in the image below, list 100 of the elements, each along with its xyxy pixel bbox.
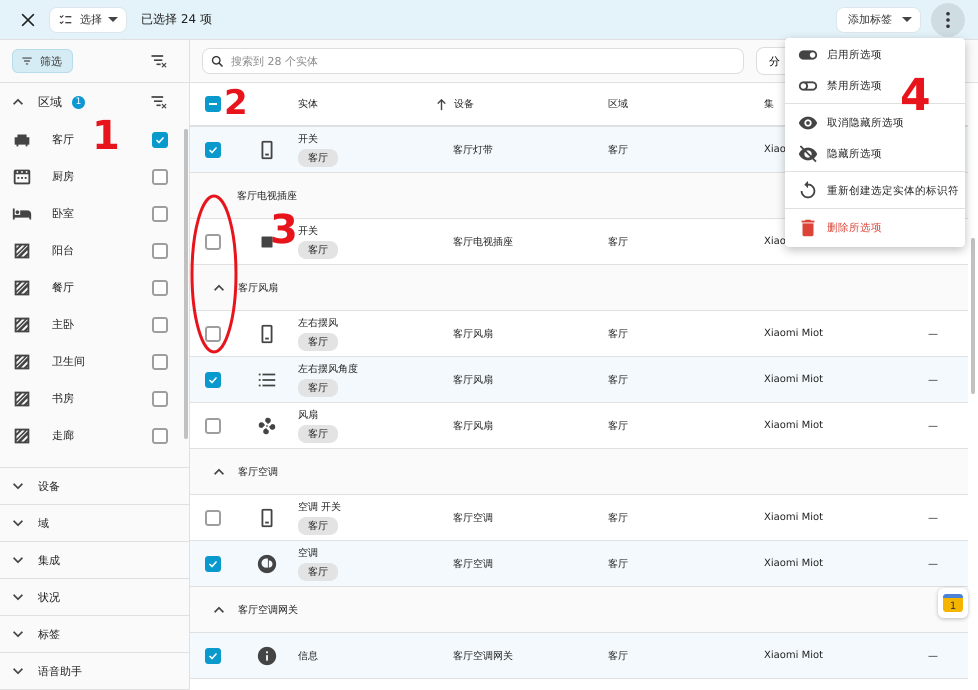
menu-item[interactable]: 隐藏所选项 [785,138,892,169]
menu-item[interactable]: 重新创建选定实体的标识符 [785,175,969,206]
filter-button[interactable]: 筛选 [12,49,73,73]
table-cell: — [928,513,938,524]
search-field[interactable]: 搜索到 28 个实体 [202,48,744,74]
row-checkbox[interactable] [205,648,221,664]
area-chip: 客厅 [298,517,338,535]
table-cell-text: 客厅风扇 [453,328,493,340]
table-cell: — [928,651,938,662]
filter-section[interactable]: 标签 [0,616,189,653]
more-menu-button[interactable] [931,2,965,36]
group-title: 客厅风扇 [238,282,278,294]
filter-section[interactable]: 设备 [0,468,189,505]
row-checkbox[interactable] [205,142,221,158]
table-cell: — [928,421,938,432]
group-title: 客厅空调 [238,466,278,478]
section-title: 区域 [38,94,62,110]
row-checkbox[interactable] [205,418,221,434]
select-all-checkbox[interactable] [205,96,221,112]
table-cell: Xiaomi Miot [764,374,824,385]
column-header[interactable]: 区域 [608,97,628,111]
table-cell: Xiao [764,236,786,247]
table-cell: Xiaomi Miot [764,558,824,569]
annotation-mark: 2 [224,86,248,120]
area-checkbox[interactable] [152,354,168,370]
caret-icon [108,17,118,22]
table-cell: Xiaomi Miot [764,650,824,661]
count-badge: 1 [72,96,85,108]
filter-section[interactable]: 语音助手 [0,653,189,690]
table-cell: — [928,329,938,340]
area-checkbox[interactable] [152,316,168,332]
eye-off-icon [797,142,819,164]
table-cell: — [928,559,938,570]
column-header[interactable]: 实体 [298,97,318,111]
entity-name: 空调 开关 [298,500,342,514]
table-cell-text: 客厅 [608,374,628,386]
filter-section[interactable]: 集成 [0,542,189,579]
area-chip: 客厅 [298,379,338,397]
entity-name: 左右摆风 [298,317,338,330]
filter-section[interactable]: 域 [0,505,189,542]
select-button[interactable]: 选择 [49,6,127,32]
add-label-button[interactable]: 添加标签 [836,6,921,32]
area-checkbox[interactable] [152,132,168,148]
more-vert-icon [946,12,950,28]
area-chip: 客厅 [298,563,338,581]
area-label: 卧室 [52,206,74,221]
area-label: 阳台 [52,243,74,258]
menu-item[interactable]: 删除所选项 [785,212,892,243]
minus-icon [209,103,217,105]
table-cell-text: 客厅空调 [453,512,493,524]
column-header[interactable]: 设备 [454,97,474,111]
table-cell-text: 客厅灯带 [453,144,493,156]
area-checkbox[interactable] [152,280,168,296]
entity-name: 开关 [298,224,318,238]
table-cell-text: 客厅 [608,144,628,156]
entity-name: 开关 [298,132,318,146]
table-cell-text: 客厅 [608,236,628,248]
table-cell: Xiaomi Miot [764,512,824,523]
column-header[interactable]: 集 [764,97,774,111]
table-cell-text: 客厅空调网关 [453,650,513,662]
table-cell-text: 客厅电视插座 [453,236,513,248]
area-label: 厨房 [52,169,74,184]
table-cell-text: 客厅 [608,650,628,662]
area-label: 客厅 [52,132,74,147]
area-label: 书房 [52,391,74,406]
area-chip: 客厅 [298,241,338,259]
table-cell-text: 客厅 [608,420,628,432]
area-label: 餐厅 [52,280,74,295]
filter-section[interactable]: 状况 [0,579,189,616]
thermostat-icon [256,552,278,574]
row-checkbox[interactable] [205,372,221,388]
row-checkbox[interactable] [205,510,221,526]
row-checkbox[interactable] [205,556,221,572]
area-checkbox[interactable] [152,428,168,444]
entity-name: 风扇 [298,408,318,422]
area-chip: 客厅 [298,149,338,167]
annotation-mark: 1 [92,116,120,156]
area-chip: 客厅 [298,425,338,443]
area-checkbox[interactable] [152,390,168,406]
table-cell-text: 客厅风扇 [453,420,493,432]
area-checkbox[interactable] [152,242,168,258]
row-checkbox[interactable] [205,234,221,250]
table-cell-text: 客厅 [608,512,628,524]
table-cell: — [928,375,938,386]
area-checkbox[interactable] [152,206,168,222]
table-cell-text: 客厅风扇 [453,374,493,386]
entity-name: 空调 [298,546,318,560]
table-cell-text: 客厅 [608,328,628,340]
table-cell: Xiaomi Miot [764,328,824,339]
group-title: 客厅电视插座 [237,190,297,202]
entity-name: 信息 [298,650,318,662]
area-checkbox[interactable] [152,168,168,184]
table-cell: Xiaomi Miot [764,420,824,431]
selection-count: 已选择 24 项 [141,11,213,28]
table-cell-text: 客厅空调 [453,558,493,570]
table-cell: Xiao [764,144,786,155]
floating-button[interactable]: 1 [938,588,968,618]
area-label: 走廊 [52,428,74,443]
info-icon [256,644,278,666]
row-checkbox[interactable] [205,326,221,342]
